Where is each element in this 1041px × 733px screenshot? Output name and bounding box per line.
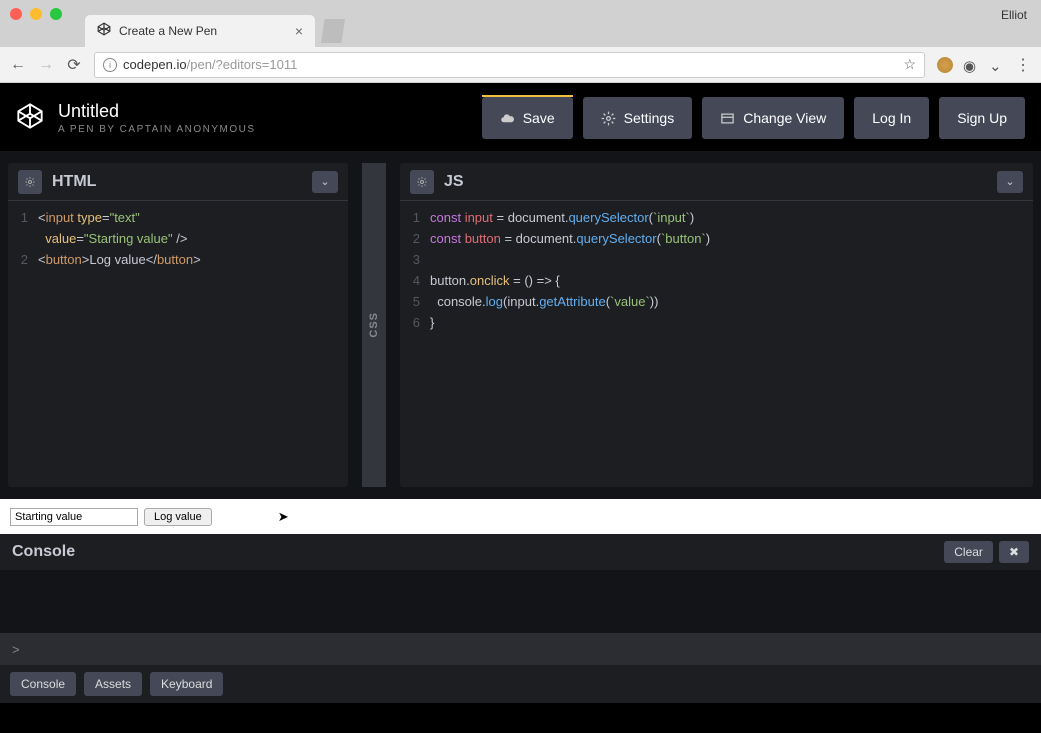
footer-keyboard-button[interactable]: Keyboard xyxy=(150,672,223,696)
js-editor[interactable]: 1const input = document.querySelector(`i… xyxy=(400,201,1033,487)
window-controls xyxy=(10,8,62,20)
browser-menu-icon[interactable]: ⋮ xyxy=(1015,55,1031,75)
console-title: Console xyxy=(12,543,75,561)
maximize-window-icon[interactable] xyxy=(50,8,62,20)
html-panel: HTML ⌄ 1<input type="text" value="Starti… xyxy=(8,163,348,487)
close-tab-icon[interactable]: × xyxy=(295,23,303,39)
site-info-icon[interactable]: i xyxy=(103,58,117,72)
reload-button[interactable]: ⟳ xyxy=(66,55,82,75)
pen-title[interactable]: Untitled xyxy=(58,101,482,122)
bookmark-star-icon[interactable]: ☆ xyxy=(903,56,916,73)
extension-icons: ◉ ⌄ ⋮ xyxy=(937,55,1031,75)
browser-tab[interactable]: Create a New Pen × xyxy=(85,15,315,47)
preview-pane: Log value ➤ xyxy=(0,499,1041,534)
html-panel-title: HTML xyxy=(52,173,96,191)
settings-button[interactable]: Settings xyxy=(583,97,693,139)
address-bar[interactable]: i codepen.io/pen/?editors=1011 ☆ xyxy=(94,52,925,78)
browser-profile-name[interactable]: Elliot xyxy=(1001,8,1027,22)
pen-author: A PEN BY CAPTAIN ANONYMOUS xyxy=(58,124,482,135)
js-panel-header: JS ⌄ xyxy=(400,163,1033,201)
forward-button: → xyxy=(38,56,54,74)
js-panel: JS ⌄ 1const input = document.querySelect… xyxy=(400,163,1033,487)
codepen-favicon xyxy=(97,22,111,41)
css-panel-collapsed[interactable]: CSS xyxy=(362,163,386,487)
footer-assets-button[interactable]: Assets xyxy=(84,672,142,696)
url-text: codepen.io/pen/?editors=1011 xyxy=(123,57,297,72)
codepen-logo-icon[interactable] xyxy=(16,102,44,135)
browser-toolbar: ← → ⟳ i codepen.io/pen/?editors=1011 ☆ ◉… xyxy=(0,47,1041,83)
mouse-cursor-icon: ➤ xyxy=(278,509,289,525)
css-panel-label: CSS xyxy=(368,312,380,338)
html-editor[interactable]: 1<input type="text" value="Starting valu… xyxy=(8,201,348,487)
extension-pocket-icon[interactable]: ⌄ xyxy=(989,57,1005,73)
tab-title: Create a New Pen xyxy=(119,24,287,38)
change-view-button[interactable]: Change View xyxy=(702,97,844,139)
browser-tab-strip: Create a New Pen × Elliot xyxy=(0,0,1041,47)
console-clear-button[interactable]: Clear xyxy=(944,541,993,563)
signup-button[interactable]: Sign Up xyxy=(939,97,1025,139)
close-window-icon[interactable] xyxy=(10,8,22,20)
cloud-icon xyxy=(500,111,515,126)
extension-cookie-icon[interactable] xyxy=(937,57,953,73)
preview-text-input[interactable] xyxy=(10,508,138,526)
footer-console-button[interactable]: Console xyxy=(10,672,76,696)
console-prompt: > xyxy=(12,642,20,657)
preview-log-button[interactable]: Log value xyxy=(144,508,212,526)
console-close-button[interactable]: ✖ xyxy=(999,541,1029,563)
minimize-window-icon[interactable] xyxy=(30,8,42,20)
login-button[interactable]: Log In xyxy=(854,97,929,139)
new-tab-button[interactable] xyxy=(321,19,345,43)
html-panel-dropdown[interactable]: ⌄ xyxy=(312,171,338,193)
footer-toolbar: Console Assets Keyboard xyxy=(0,665,1041,703)
save-button[interactable]: Save xyxy=(482,97,573,139)
html-settings-icon[interactable] xyxy=(18,170,42,194)
layout-icon xyxy=(720,111,735,126)
console-output xyxy=(0,570,1041,633)
js-settings-icon[interactable] xyxy=(410,170,434,194)
editor-area: HTML ⌄ 1<input type="text" value="Starti… xyxy=(0,151,1041,499)
extension-drop-icon[interactable]: ◉ xyxy=(963,57,979,73)
js-panel-title: JS xyxy=(444,173,464,191)
console-input[interactable]: > xyxy=(0,633,1041,665)
codepen-header: Untitled A PEN BY CAPTAIN ANONYMOUS Save… xyxy=(0,83,1041,151)
js-panel-dropdown[interactable]: ⌄ xyxy=(997,171,1023,193)
back-button[interactable]: ← xyxy=(10,56,26,74)
gear-icon xyxy=(601,111,616,126)
html-panel-header: HTML ⌄ xyxy=(8,163,348,201)
console-header: Console Clear ✖ xyxy=(0,534,1041,570)
